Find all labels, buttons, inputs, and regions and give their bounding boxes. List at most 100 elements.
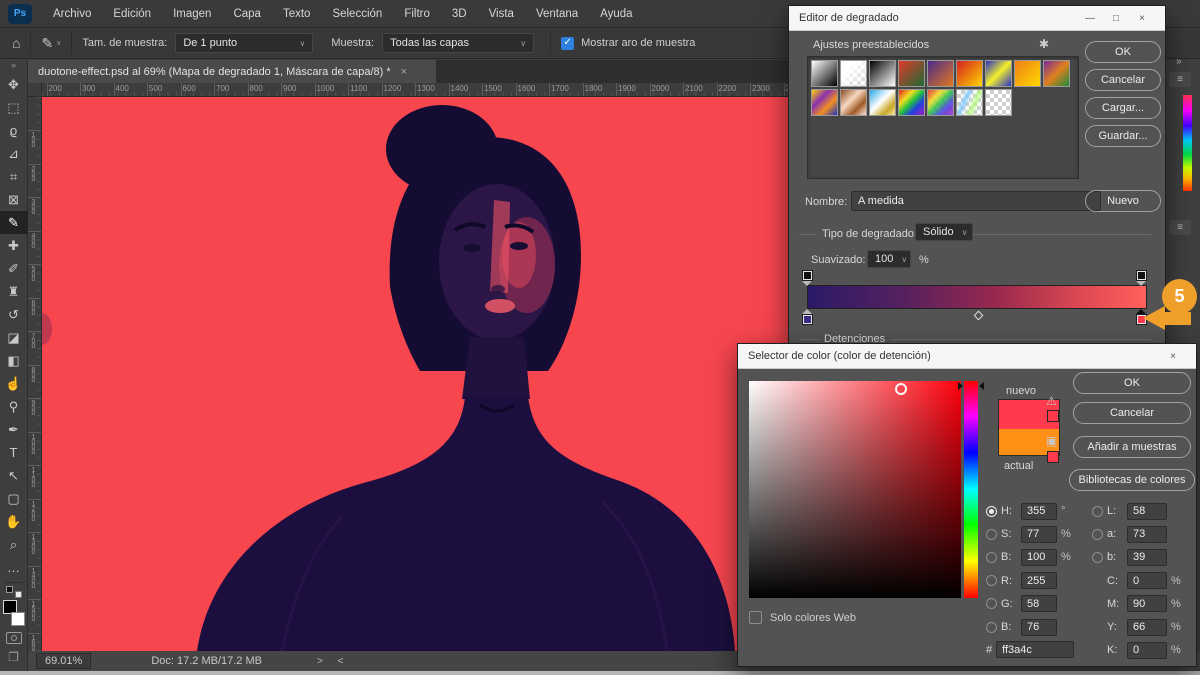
gradient-preset-transparent-rainbow[interactable] [927,89,954,116]
sample-size-dropdown[interactable]: De 1 punto ∨ [175,33,313,53]
quick-mask-icon[interactable] [6,632,22,644]
radio-L[interactable] [1092,506,1103,517]
hand-tool[interactable]: ✋ [0,510,28,533]
gear-icon[interactable]: ✱ [1039,37,1049,51]
field-input-G[interactable]: 58 [1021,595,1057,612]
gradient-preset-foreground-to-background[interactable] [811,60,838,87]
field-input-R[interactable]: 255 [1021,572,1057,589]
ok-button[interactable]: OK [1085,41,1161,63]
gradient-tool[interactable]: ◧ [0,349,28,372]
brush-tool[interactable]: ✐ [0,257,28,280]
gradient-preset-red-to-green[interactable] [898,60,925,87]
gamut-color-chip[interactable] [1047,410,1059,422]
move-tool[interactable]: ✥ [0,73,28,96]
gradient-preset-foreground-to-transparent[interactable] [840,60,867,87]
crop-tool[interactable]: ⌗ [0,165,28,188]
gradient-preset-red-to-yellow[interactable] [956,60,983,87]
field-input-B[interactable]: 76 [1021,619,1057,636]
more-tools[interactable]: … [0,556,28,579]
path-selection-tool[interactable]: ↖ [0,464,28,487]
smoothness-dropdown[interactable]: 100 ∨ [867,250,911,268]
radio-a[interactable] [1092,529,1103,540]
midpoint-diamond[interactable] [974,311,984,321]
smudge-tool[interactable]: ☝ [0,372,28,395]
field-input-H[interactable]: 355 [1021,503,1057,520]
save-button[interactable]: Guardar... [1085,125,1161,147]
type-tool[interactable]: T [0,441,28,464]
gradient-preset-yellow-violet-orange-blue[interactable] [811,89,838,116]
gamut-warning-icon[interactable]: ⚠ [1046,394,1057,408]
menu-item-edición[interactable]: Edición [102,0,162,27]
eyedropper-tool[interactable]: ✎ [0,211,28,234]
radio-R[interactable] [986,575,997,586]
color-stop-left[interactable] [802,314,813,325]
gradient-name-input[interactable]: A medida [851,191,1101,211]
sample-dropdown[interactable]: Todas las capas ∨ [382,33,534,53]
cancel-button[interactable]: Cancelar [1085,69,1161,91]
menu-item-imagen[interactable]: Imagen [162,0,222,27]
gradient-preset-blue-yellow-blue[interactable] [985,60,1012,87]
panel-menu-icon[interactable]: ≡ [1169,72,1191,87]
menu-item-selección[interactable]: Selección [321,0,393,27]
gradient-preset-violet-orange-green[interactable] [1043,60,1070,87]
gradient-preset-neutral-density[interactable] [985,89,1012,116]
field-input-L[interactable]: 58 [1127,503,1167,520]
radio-b[interactable] [1092,552,1103,563]
ok-button[interactable]: OK [1073,372,1191,394]
close-tab-icon[interactable]: × [401,66,407,78]
zoom-level[interactable]: 69.01% [36,653,91,669]
eyedropper-tool-icon[interactable]: ✎ [41,35,53,52]
canvas-image[interactable] [42,97,788,651]
menu-item-capa[interactable]: Capa [222,0,272,27]
field-input-a[interactable]: 73 [1127,526,1167,543]
gradient-editor-titlebar[interactable]: Editor de degradado — □ × [789,6,1165,31]
field-input-C[interactable]: 0 [1127,572,1167,589]
opacity-stop-left[interactable] [802,270,813,281]
menu-item-vista[interactable]: Vista [478,0,525,27]
radio-S[interactable] [986,529,997,540]
menu-item-ventana[interactable]: Ventana [525,0,589,27]
tool-caret-icon[interactable]: ∨ [56,39,61,47]
vertical-ruler[interactable]: 1002003004005006007008009001000110012001… [28,97,42,651]
menu-item-ayuda[interactable]: Ayuda [589,0,643,27]
saturation-brightness-field[interactable] [749,381,961,598]
color-libraries-button[interactable]: Bibliotecas de colores [1069,469,1195,491]
field-input-B[interactable]: 100 [1021,549,1057,566]
marquee-tool[interactable]: ⬚ [0,96,28,119]
clone-stamp-tool[interactable]: ♜ [0,280,28,303]
hue-strip[interactable] [1183,95,1192,191]
foreground-background-colors[interactable] [2,600,26,626]
panel-menu-icon[interactable]: ≡ [1169,220,1191,235]
field-input-S[interactable]: 77 [1021,526,1057,543]
color-field-cursor[interactable] [895,383,907,395]
radio-B[interactable] [986,552,997,563]
horizontal-ruler[interactable]: 2003004005006007008009001000110012001300… [42,83,788,97]
screen-mode-icon[interactable]: ❐ [8,650,19,664]
load-button[interactable]: Cargar... [1085,97,1161,119]
hue-slider-marker-right[interactable] [979,382,984,390]
close-icon[interactable]: × [1160,351,1186,362]
history-brush-tool[interactable]: ↺ [0,303,28,326]
menu-item-filtro[interactable]: Filtro [393,0,441,27]
hue-slider[interactable] [964,381,978,598]
dodge-tool[interactable]: ⚲ [0,395,28,418]
menu-item-archivo[interactable]: Archivo [42,0,102,27]
home-icon[interactable]: ⌂ [12,35,20,51]
web-only-checkbox[interactable] [749,611,762,624]
zoom-tool[interactable]: ⌕ [0,533,28,556]
pen-tool[interactable]: ✒ [0,418,28,441]
gradient-preview-bar[interactable] [807,285,1147,309]
eraser-tool[interactable]: ◪ [0,326,28,349]
menu-item-3d[interactable]: 3D [441,0,478,27]
color-picker-titlebar[interactable]: Selector de color (color de detención) × [738,344,1196,369]
shape-tool[interactable]: ▢ [0,487,28,510]
cancel-button[interactable]: Cancelar [1073,402,1191,424]
document-size[interactable]: Doc: 17.2 MB/17.2 MB [151,655,262,667]
hex-input[interactable]: ff3a4c [996,641,1074,658]
field-input-Y[interactable]: 66 [1127,619,1167,636]
field-input-K[interactable]: 0 [1127,642,1167,659]
healing-brush-tool[interactable]: ✚ [0,234,28,257]
field-input-M[interactable]: 90 [1127,595,1167,612]
gradient-preset-orange-to-yellow[interactable] [1014,60,1041,87]
gradient-preset-transparent-stripes[interactable] [956,89,983,116]
